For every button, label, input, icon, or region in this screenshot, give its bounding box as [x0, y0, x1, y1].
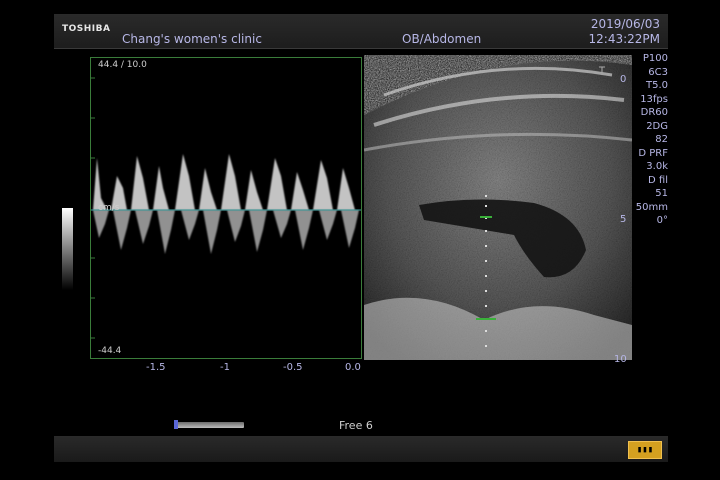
- time-tick-label: 0.0: [345, 362, 361, 373]
- velocity-scale-top: 44.4 / 10.0: [98, 60, 147, 70]
- grayscale-bar: [62, 208, 73, 290]
- time-tick-label: -1: [220, 362, 230, 373]
- exam-date: 2019/06/03: [590, 17, 660, 31]
- param-dynamic-range: DR60: [640, 107, 668, 118]
- scan-parameters: P100 6C3 T5.0 13fps DR60 2DG 82 D PRF 3.…: [608, 52, 668, 228]
- param-2d-gain: 82: [655, 134, 668, 145]
- param-power: P100: [642, 53, 668, 64]
- param-filter: 51: [655, 188, 668, 199]
- time-tick-label: -0.5: [283, 362, 303, 373]
- doppler-waveform: [91, 77, 361, 339]
- freeze-label: Free 6: [339, 419, 373, 432]
- cine-scroll-bar[interactable]: [176, 422, 244, 428]
- cine-scroll-handle[interactable]: [174, 420, 178, 429]
- velocity-scale-bottom: -44.4: [98, 346, 122, 356]
- param-angle: 0°: [656, 215, 668, 226]
- doppler-spectrum-panel: [90, 57, 362, 359]
- param-probe: 6C3: [648, 66, 668, 78]
- param-prf-label: D PRF: [638, 147, 668, 159]
- depth-mark-10: 10: [614, 354, 627, 365]
- param-2d-gain-label: 2DG: [646, 120, 668, 132]
- param-prf: 3.0k: [646, 161, 668, 172]
- param-depth: 50mm: [635, 201, 668, 213]
- exam-mode: OB/Abdomen: [402, 32, 482, 46]
- param-filter-label: D fil: [648, 174, 668, 186]
- time-tick-label: -1.5: [146, 362, 166, 373]
- exam-time: 12:43:22PM: [588, 32, 660, 46]
- depth-mark-0: 0: [620, 74, 627, 85]
- waveform-peaks: [93, 154, 355, 210]
- bottom-bar: [54, 436, 668, 462]
- clinic-name: Chang's women's clinic: [122, 32, 262, 46]
- ultrasound-scan: [363, 60, 633, 361]
- param-framerate: 13fps: [640, 93, 668, 105]
- waveform-troughs: [93, 210, 359, 254]
- brand-logo: TOSHIBA: [62, 24, 111, 34]
- cine-loop-icon: ▮▮▮: [636, 445, 654, 455]
- b-mode-image: [363, 55, 633, 361]
- depth-mark-5: 5: [620, 214, 627, 225]
- header-bar: TOSHIBA Chang's women's clinic OB/Abdome…: [54, 14, 668, 49]
- param-freq: T5.0: [645, 80, 668, 91]
- cine-loop-button[interactable]: ▮▮▮: [628, 441, 662, 459]
- velocity-unit: cm/s: [98, 203, 120, 213]
